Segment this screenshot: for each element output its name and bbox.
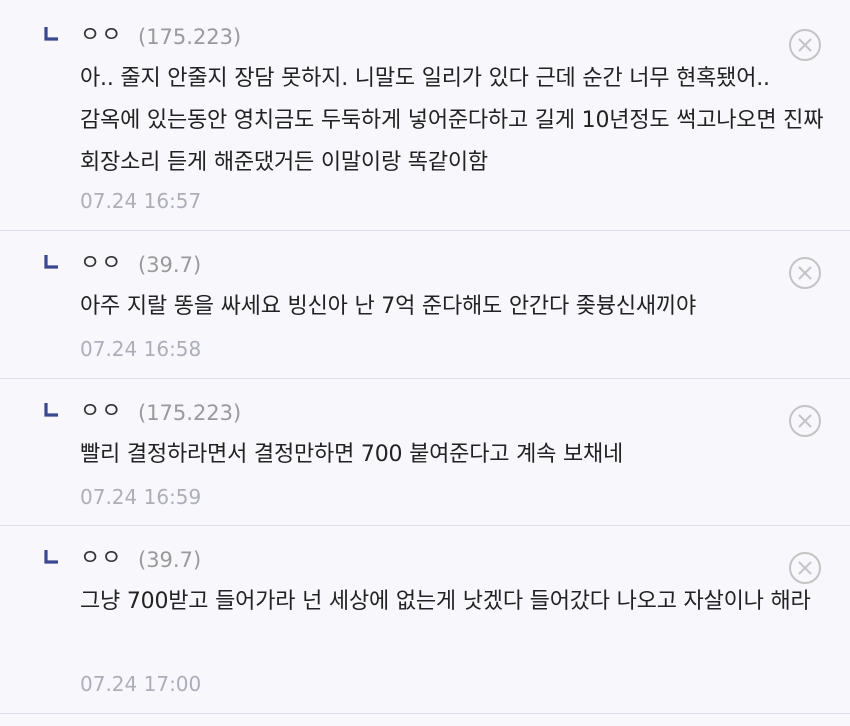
close-circle-icon bbox=[789, 29, 821, 61]
comment-text: 아.. 줄지 안줄지 장담 못하지. 니말도 일리가 있다 근데 순간 너무 현… bbox=[80, 66, 824, 175]
reply-arrow-icon bbox=[44, 550, 58, 564]
comment-text: 그냥 700받고 들어가라 넌 세상에 없는게 낫겠다 들어갔다 나오고 자살이… bbox=[80, 589, 811, 614]
comment-ip: (39.7) bbox=[138, 253, 202, 277]
comment-date: 07.24 16:57 bbox=[80, 189, 202, 213]
comment-ip: (39.7) bbox=[138, 548, 202, 572]
comment-item: ㅇㅇ (175.223) 아.. 줄지 안줄지 장담 못하지. 니말도 일리가 … bbox=[0, 3, 850, 231]
delete-comment-button[interactable] bbox=[788, 551, 822, 585]
delete-comment-button[interactable] bbox=[788, 404, 822, 438]
comment-date: 07.24 16:59 bbox=[80, 485, 202, 509]
comment-ip: (175.223) bbox=[138, 25, 242, 49]
comment-text: 아주 지랄 똥을 싸세요 빙신아 난 7억 준다해도 안간다 좆븅신새끼야 bbox=[80, 294, 697, 319]
comment-item: ㅇㅇ (39.7) 아주 지랄 똥을 싸세요 빙신아 난 7억 준다해도 안간다… bbox=[0, 231, 850, 379]
close-circle-icon bbox=[789, 405, 821, 437]
delete-comment-button[interactable] bbox=[788, 256, 822, 290]
comment-nickname[interactable]: ㅇㅇ bbox=[80, 399, 122, 425]
comment-date: 07.24 17:00 bbox=[80, 672, 202, 696]
reply-arrow-icon bbox=[44, 403, 58, 417]
comment-text: 빨리 결정하라면서 결정만하면 700 붙여준다고 계속 보채네 bbox=[80, 442, 624, 467]
comment-item: ㅇㅇ (175.223) 빨리 결정하라면서 결정만하면 700 붙여준다고 계… bbox=[0, 379, 850, 526]
comment-date: 07.24 16:58 bbox=[80, 337, 202, 361]
comment-ip: (175.223) bbox=[138, 401, 242, 425]
close-circle-icon bbox=[789, 552, 821, 584]
comment-nickname[interactable]: ㅇㅇ bbox=[80, 23, 122, 49]
reply-arrow-icon bbox=[44, 255, 58, 269]
comment-nickname[interactable]: ㅇㅇ bbox=[80, 251, 122, 277]
reply-arrow-icon bbox=[44, 27, 58, 41]
comment-item: ㅇㅇ (39.7) 그냥 700받고 들어가라 넌 세상에 없는게 낫겠다 들어… bbox=[0, 526, 850, 714]
delete-comment-button[interactable] bbox=[788, 28, 822, 62]
comment-nickname[interactable]: ㅇㅇ bbox=[80, 546, 122, 572]
close-circle-icon bbox=[789, 257, 821, 289]
